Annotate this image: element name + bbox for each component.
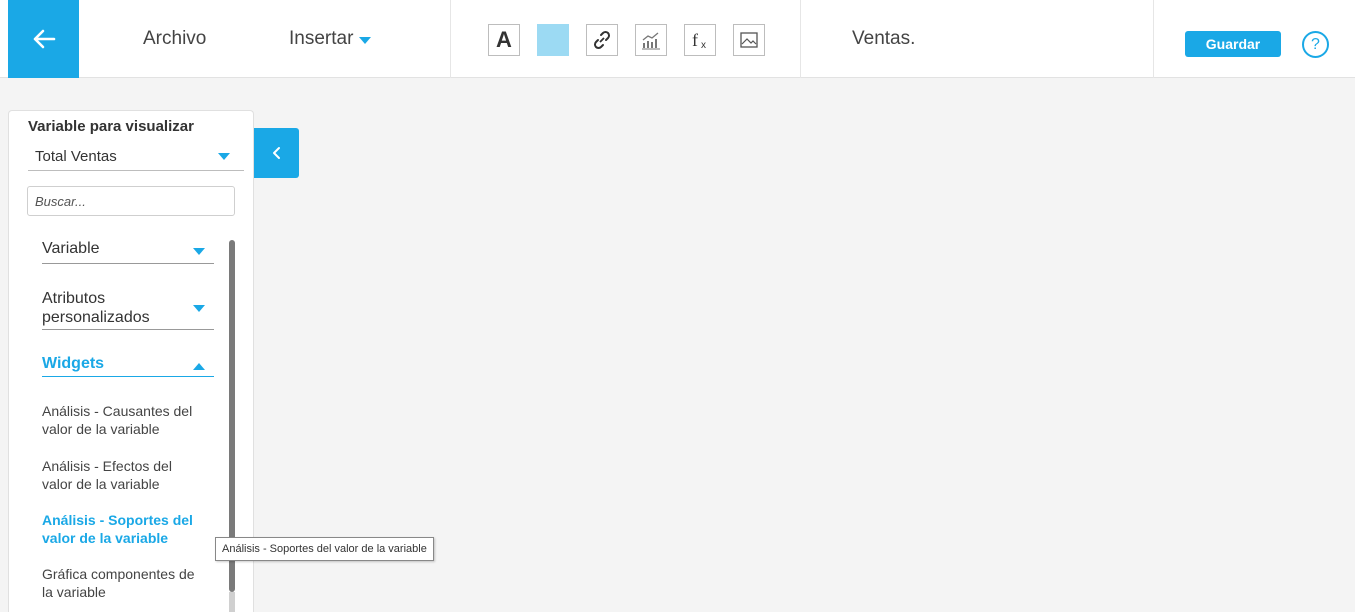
link-tool-button[interactable] xyxy=(586,24,618,56)
menu-archivo[interactable]: Archivo xyxy=(143,0,206,78)
chevron-down-icon xyxy=(193,248,205,255)
scrollbar-track xyxy=(229,592,235,612)
text-tool-button[interactable]: A xyxy=(488,24,520,56)
widget-item[interactable]: Análisis - Causantes del valor de la var… xyxy=(42,402,218,438)
widget-item-line: valor de la variable xyxy=(42,530,169,546)
chart-tool-button[interactable] xyxy=(635,24,667,56)
image-icon xyxy=(740,32,758,48)
formula-tool-button[interactable]: f x xyxy=(684,24,716,56)
chevron-down-icon xyxy=(359,36,372,44)
tooltip: Análisis - Soportes del valor de la vari… xyxy=(215,537,434,561)
widget-item-line: la variable xyxy=(42,584,106,600)
divider xyxy=(800,0,801,78)
back-button[interactable] xyxy=(8,0,79,78)
section-variable[interactable]: Variable xyxy=(42,240,214,264)
widget-item-selected[interactable]: Análisis - Soportes del valor de la vari… xyxy=(42,511,218,547)
top-toolbar: Archivo Insertar A f x Ventas. Guardar ? xyxy=(0,0,1355,78)
widget-item-line: Análisis - Efectos del xyxy=(42,458,172,474)
variable-select[interactable]: Total Ventas xyxy=(28,143,244,171)
widget-item[interactable]: Análisis - Efectos del valor de la varia… xyxy=(42,457,218,493)
chart-icon xyxy=(642,32,660,50)
arrow-left-icon xyxy=(33,29,55,49)
widget-item[interactable]: Gráfica componentes de la variable xyxy=(42,565,218,601)
document-title: Ventas. xyxy=(852,28,916,49)
section-widgets-label: Widgets xyxy=(42,355,105,372)
section-atributos[interactable]: Atributos personalizados xyxy=(42,289,214,330)
widget-item-line: valor de la variable xyxy=(42,421,160,437)
panel-title: Variable para visualizar xyxy=(28,118,194,135)
widget-item-line: valor de la variable xyxy=(42,476,160,492)
help-icon[interactable]: ? xyxy=(1302,31,1329,58)
divider xyxy=(1153,0,1154,78)
collapse-panel-button[interactable] xyxy=(254,128,299,178)
menu-insertar[interactable]: Insertar xyxy=(289,0,372,78)
chevron-down-icon xyxy=(218,153,230,160)
text-icon: A xyxy=(496,27,512,52)
menu-archivo-label: Archivo xyxy=(143,28,207,49)
save-button[interactable]: Guardar xyxy=(1185,31,1281,57)
section-atributos-label-2: personalizados xyxy=(42,309,150,326)
chevron-up-icon xyxy=(193,363,205,370)
formula-icon: f x xyxy=(692,30,706,51)
section-variable-label: Variable xyxy=(42,240,100,257)
section-atributos-label-1: Atributos xyxy=(42,290,106,307)
widget-item-line: Gráfica componentes de xyxy=(42,566,195,582)
chevron-down-icon xyxy=(193,305,205,312)
svg-text:f: f xyxy=(692,30,698,50)
variable-select-value: Total Ventas xyxy=(35,148,117,165)
section-widgets[interactable]: Widgets xyxy=(42,355,214,377)
menu-insertar-label: Insertar xyxy=(289,28,354,49)
search-input[interactable] xyxy=(27,186,235,216)
widget-item-line: Análisis - Soportes del xyxy=(42,512,193,528)
chevron-left-icon xyxy=(272,147,280,159)
widget-item-line: Análisis - Causantes del xyxy=(42,403,193,419)
link-icon xyxy=(593,30,611,50)
svg-text:x: x xyxy=(701,40,706,51)
color-swatch-button[interactable] xyxy=(537,24,569,56)
image-tool-button[interactable] xyxy=(733,24,765,56)
divider xyxy=(450,0,451,78)
